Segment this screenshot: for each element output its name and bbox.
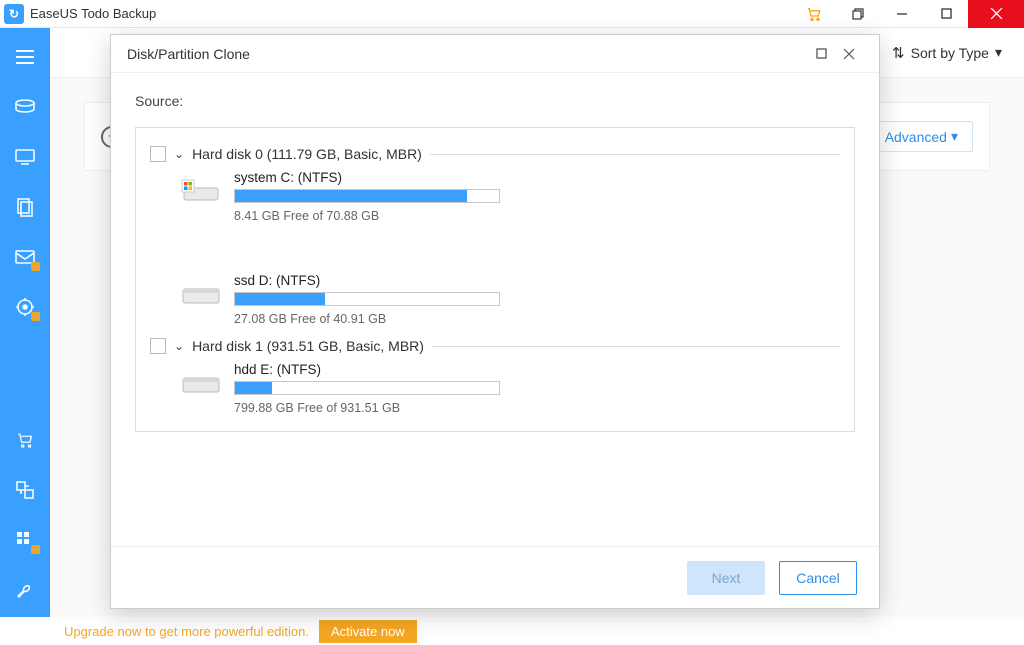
source-label: Source: xyxy=(135,93,855,109)
dialog-close-button[interactable] xyxy=(835,40,863,68)
grid-icon[interactable] xyxy=(14,529,36,551)
close-button[interactable] xyxy=(968,0,1024,28)
hamburger-icon[interactable] xyxy=(14,46,36,68)
dialog-footer: Next Cancel xyxy=(111,546,879,608)
sort-icon: ⇅ xyxy=(892,44,905,62)
disk-label: Hard disk 0 (111.79 GB, Basic, MBR) xyxy=(192,146,422,162)
caret-down-icon: ▾ xyxy=(995,44,1002,61)
lock-badge-icon xyxy=(31,545,40,554)
chevron-down-icon: ⌄ xyxy=(174,147,184,161)
mail-backup-icon[interactable] xyxy=(14,246,36,268)
disk-label: Hard disk 1 (931.51 GB, Basic, MBR) xyxy=(192,338,424,354)
disk-checkbox[interactable] xyxy=(150,338,166,354)
tools-icon[interactable] xyxy=(14,579,36,601)
disk-list: ⌄ Hard disk 0 (111.79 GB, Basic, MBR) syst… xyxy=(135,127,855,432)
advanced-button[interactable]: Advanced ▾ xyxy=(870,121,973,152)
disk-header[interactable]: ⌄ Hard disk 0 (111.79 GB, Basic, MBR) xyxy=(150,146,840,162)
app-title: EaseUS Todo Backup xyxy=(30,6,156,21)
file-backup-icon[interactable] xyxy=(14,196,36,218)
drive-icon xyxy=(180,279,222,309)
next-button[interactable]: Next xyxy=(687,561,765,595)
system-backup-icon[interactable] xyxy=(14,146,36,168)
minimize-button[interactable] xyxy=(880,0,924,28)
caret-down-icon: ▾ xyxy=(951,128,958,145)
cancel-button[interactable]: Cancel xyxy=(779,561,857,595)
drive-icon xyxy=(180,176,222,206)
sort-label: Sort by Type xyxy=(911,45,989,61)
dialog-title: Disk/Partition Clone xyxy=(127,46,250,62)
smart-backup-icon[interactable] xyxy=(14,296,36,318)
disk-backup-icon[interactable] xyxy=(14,96,36,118)
maximize-button[interactable] xyxy=(924,0,968,28)
partition-item[interactable]: system C: (NTFS) 8.41 GB Free of 70.88 GB xyxy=(180,170,500,223)
cart-icon[interactable] xyxy=(792,0,836,28)
usage-bar xyxy=(234,189,500,203)
partition-name: ssd D: (NTFS) xyxy=(234,273,500,288)
disk-checkbox[interactable] xyxy=(150,146,166,162)
dialog-header: Disk/Partition Clone xyxy=(111,35,879,73)
partition-row: system C: (NTFS) 8.41 GB Free of 70.88 GB… xyxy=(180,170,840,326)
partition-free-text: 799.88 GB Free of 931.51 GB xyxy=(234,401,500,415)
usage-bar xyxy=(234,381,500,395)
partition-name: hdd E: (NTFS) xyxy=(234,362,500,377)
dialog-maximize-button[interactable] xyxy=(807,40,835,68)
promo-message: Upgrade now to get more powerful edition… xyxy=(64,624,309,639)
clone-icon[interactable] xyxy=(14,479,36,501)
titlebar: ↻ EaseUS Todo Backup xyxy=(0,0,1024,28)
disk-header[interactable]: ⌄ Hard disk 1 (931.51 GB, Basic, MBR) xyxy=(150,338,840,354)
usage-bar xyxy=(234,292,500,306)
lock-badge-icon xyxy=(31,262,40,271)
promo-bar: Upgrade now to get more powerful edition… xyxy=(50,617,1024,645)
partition-free-text: 27.08 GB Free of 40.91 GB xyxy=(234,312,500,326)
partition-name: system C: (NTFS) xyxy=(234,170,500,185)
partition-item[interactable]: hdd E: (NTFS) 799.88 GB Free of 931.51 GB xyxy=(180,362,500,415)
restore-window-icon[interactable] xyxy=(836,0,880,28)
drive-icon xyxy=(180,368,222,398)
dialog-body: Source: ⌄ Hard disk 0 (111.79 GB, Basic, … xyxy=(111,73,879,546)
partition-free-text: 8.41 GB Free of 70.88 GB xyxy=(234,209,500,223)
chevron-down-icon: ⌄ xyxy=(174,339,184,353)
app-logo: ↻ xyxy=(4,4,24,24)
partition-item[interactable]: ssd D: (NTFS) 27.08 GB Free of 40.91 GB xyxy=(180,273,500,326)
sort-dropdown[interactable]: ⇅ Sort by Type ▾ xyxy=(892,44,1002,62)
clone-dialog: Disk/Partition Clone Source: ⌄ Hard disk … xyxy=(110,34,880,609)
activate-button[interactable]: Activate now xyxy=(319,620,417,643)
sidebar xyxy=(0,28,50,617)
lock-badge-icon xyxy=(31,312,40,321)
partition-row: hdd E: (NTFS) 799.88 GB Free of 931.51 GB xyxy=(180,362,840,415)
store-icon[interactable] xyxy=(14,429,36,451)
